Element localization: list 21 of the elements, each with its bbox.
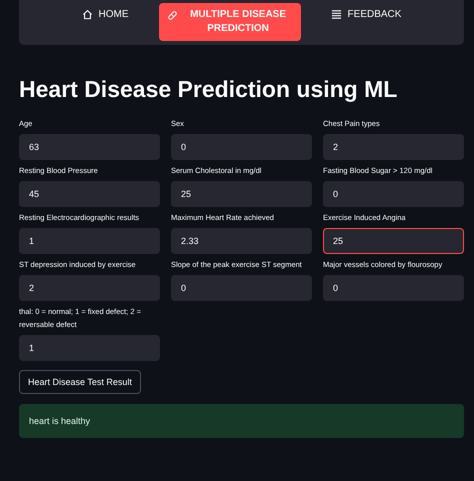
input-field[interactable]: 0 [323,181,464,207]
input-field[interactable]: 0 [171,134,312,160]
input-field[interactable]: 25 [323,228,464,254]
test-result-button[interactable]: Heart Disease Test Result [19,370,141,394]
input-field[interactable]: 2.33 [171,228,312,254]
pill-icon [166,10,178,20]
input-field[interactable]: 2 [323,134,464,160]
result-message: heart is healthy [19,404,464,438]
input-field[interactable]: 45 [19,181,160,207]
page-title: Heart Disease Prediction using ML [19,75,398,104]
input-field[interactable]: 0 [323,275,464,301]
input-field[interactable]: 25 [171,181,312,207]
input-field[interactable]: 63 [19,134,160,160]
input-field[interactable]: 2 [19,275,160,301]
input-field[interactable]: 0 [171,275,312,301]
nav-tab[interactable]: FEEDBACK [322,3,410,38]
list-icon [330,9,342,20]
input-field[interactable]: 1 [19,335,160,361]
nav-tab[interactable]: HOME [74,3,137,38]
home-icon [82,9,93,20]
input-field[interactable]: 1 [19,228,160,254]
